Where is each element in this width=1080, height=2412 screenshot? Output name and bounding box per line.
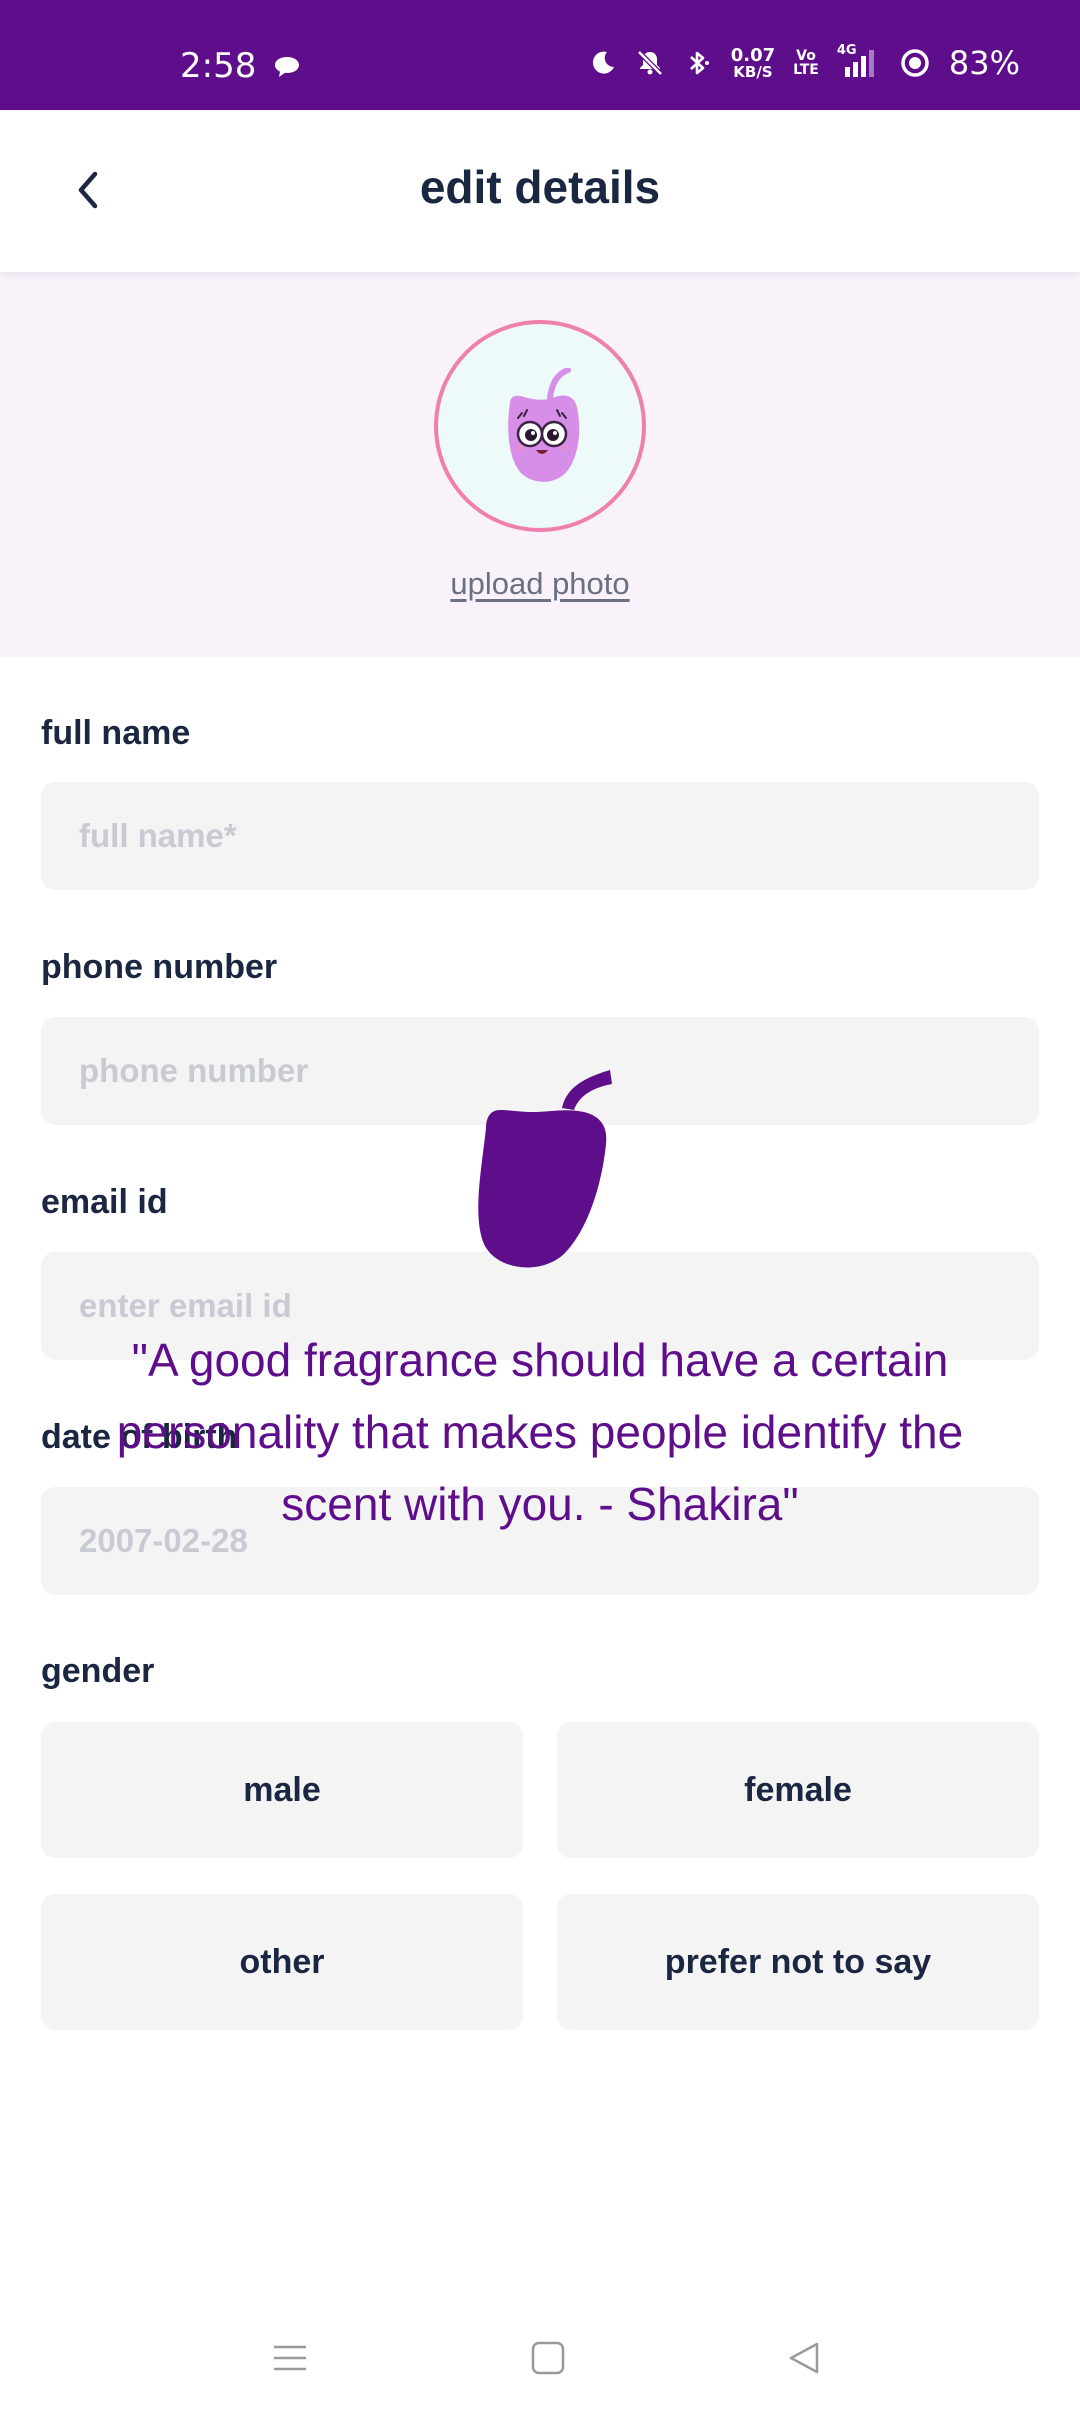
volte-indicator: Vo LTE bbox=[793, 49, 819, 77]
email-input[interactable] bbox=[41, 1252, 1039, 1360]
email-field-container bbox=[41, 1252, 1039, 1360]
battery-icon bbox=[899, 47, 931, 79]
menu-icon[interactable] bbox=[260, 2330, 320, 2386]
full-name-field-container bbox=[41, 782, 1039, 890]
gender-option-male[interactable]: male bbox=[41, 1722, 523, 1858]
chat-bubble-icon bbox=[274, 56, 300, 83]
date-of-birth-input[interactable] bbox=[41, 1487, 1039, 1595]
phone-number-label: phone number bbox=[41, 948, 278, 986]
full-name-input[interactable] bbox=[41, 782, 1039, 890]
avatar-mascot-icon bbox=[508, 368, 580, 482]
gender-option-other[interactable]: other bbox=[41, 1894, 523, 2030]
net-speed-unit: KB/S bbox=[733, 62, 773, 81]
email-label: email id bbox=[41, 1183, 168, 1221]
page-title: edit details bbox=[419, 161, 661, 213]
signal-icon: 4G bbox=[837, 43, 881, 79]
phone-number-input[interactable] bbox=[41, 1017, 1039, 1125]
battery-percentage: 83% bbox=[948, 44, 1020, 82]
app-bar: edit details bbox=[0, 110, 1080, 272]
home-icon[interactable] bbox=[518, 2330, 578, 2386]
date-of-birth-field-container bbox=[41, 1487, 1039, 1595]
volte-bottom: LTE bbox=[793, 62, 819, 78]
bell-muted-icon bbox=[635, 48, 665, 78]
moon-icon bbox=[589, 49, 617, 77]
upload-photo-link[interactable]: upload photo bbox=[0, 566, 1080, 602]
status-bar: 2:58 0.07 KB/S Vo LTE 4G 83% bbox=[0, 0, 1080, 110]
status-time: 2:58 bbox=[180, 46, 257, 86]
avatar[interactable] bbox=[434, 320, 646, 532]
date-of-birth-label: date of birth bbox=[41, 1418, 238, 1456]
net-speed-value: 0.07 bbox=[730, 44, 776, 66]
net-speed: 0.07 KB/S bbox=[730, 44, 776, 81]
status-icons: 0.07 KB/S Vo LTE 4G 83% bbox=[589, 43, 1020, 82]
back-triangle-icon[interactable] bbox=[774, 2330, 834, 2386]
gender-option-female[interactable]: female bbox=[557, 1722, 1039, 1858]
photo-section: upload photo bbox=[0, 272, 1080, 657]
system-nav-bar bbox=[0, 2300, 1080, 2412]
bluetooth-icon bbox=[683, 48, 713, 78]
volte-top: Vo bbox=[796, 48, 816, 64]
full-name-label: full name bbox=[41, 714, 191, 752]
phone-number-field-container bbox=[41, 1017, 1039, 1125]
gender-option-prefer-not-to-say[interactable]: prefer not to say bbox=[557, 1894, 1039, 2030]
gender-label: gender bbox=[41, 1652, 155, 1690]
